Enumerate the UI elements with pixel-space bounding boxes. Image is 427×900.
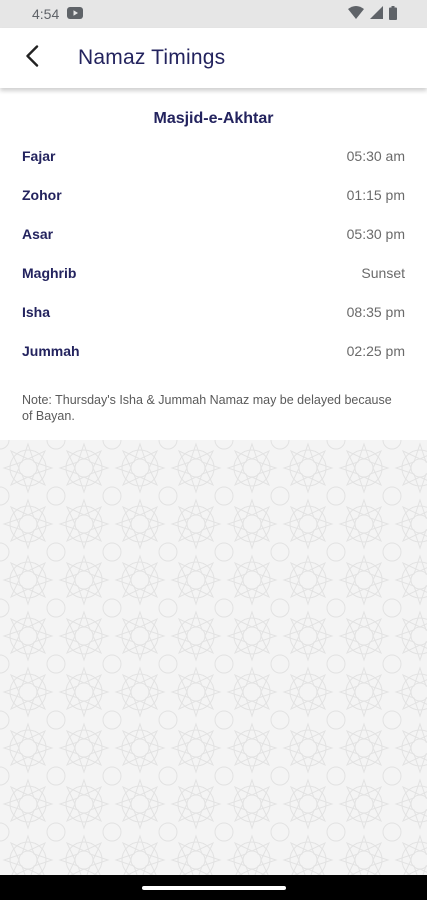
home-gesture-handle[interactable] <box>141 885 286 890</box>
app-bar: Namaz Timings <box>0 28 427 88</box>
timings-card: Masjid-e-Akhtar Fajar 05:30 am Zohor 01:… <box>0 90 427 440</box>
prayer-name: Jummah <box>22 342 80 359</box>
status-time: 4:54 <box>32 6 60 22</box>
youtube-notification-icon <box>67 6 84 22</box>
prayer-time: 05:30 am <box>346 147 405 164</box>
prayer-name: Zohor <box>22 186 62 203</box>
timing-row-jummah: Jummah 02:25 pm <box>22 331 405 370</box>
prayer-name: Fajar <box>22 147 56 164</box>
system-nav-bar <box>0 875 427 900</box>
battery-icon <box>389 5 397 23</box>
note-text: Note: Thursday's Isha & Jummah Namaz may… <box>22 393 392 423</box>
prayer-name: Maghrib <box>22 264 77 281</box>
prayer-time: 01:15 pm <box>346 186 405 203</box>
prayer-name: Isha <box>22 303 51 320</box>
prayer-name: Asar <box>22 225 54 242</box>
status-bar: 4:54 <box>0 0 427 28</box>
masjid-name: Masjid-e-Akhtar <box>153 110 274 127</box>
prayer-time: 02:25 pm <box>346 342 405 359</box>
cell-signal-icon <box>370 6 383 22</box>
timing-row-zohor: Zohor 01:15 pm <box>22 175 405 214</box>
decorative-pattern-background <box>0 440 427 875</box>
back-button[interactable] <box>0 28 64 88</box>
status-right <box>348 5 397 23</box>
wifi-icon <box>348 6 364 22</box>
timing-row-maghrib: Maghrib Sunset <box>22 253 405 292</box>
prayer-time: 08:35 pm <box>346 303 405 320</box>
timing-row-fajar: Fajar 05:30 am <box>22 136 405 175</box>
geometric-pattern <box>0 440 427 875</box>
prayer-time: Sunset <box>361 264 405 281</box>
prayer-time: 05:30 pm <box>346 225 405 242</box>
status-left: 4:54 <box>32 6 84 22</box>
page-title: Namaz Timings <box>78 46 226 69</box>
timing-row-asar: Asar 05:30 pm <box>22 214 405 253</box>
arrow-back-icon <box>25 44 39 72</box>
timing-row-isha: Isha 08:35 pm <box>22 292 405 331</box>
